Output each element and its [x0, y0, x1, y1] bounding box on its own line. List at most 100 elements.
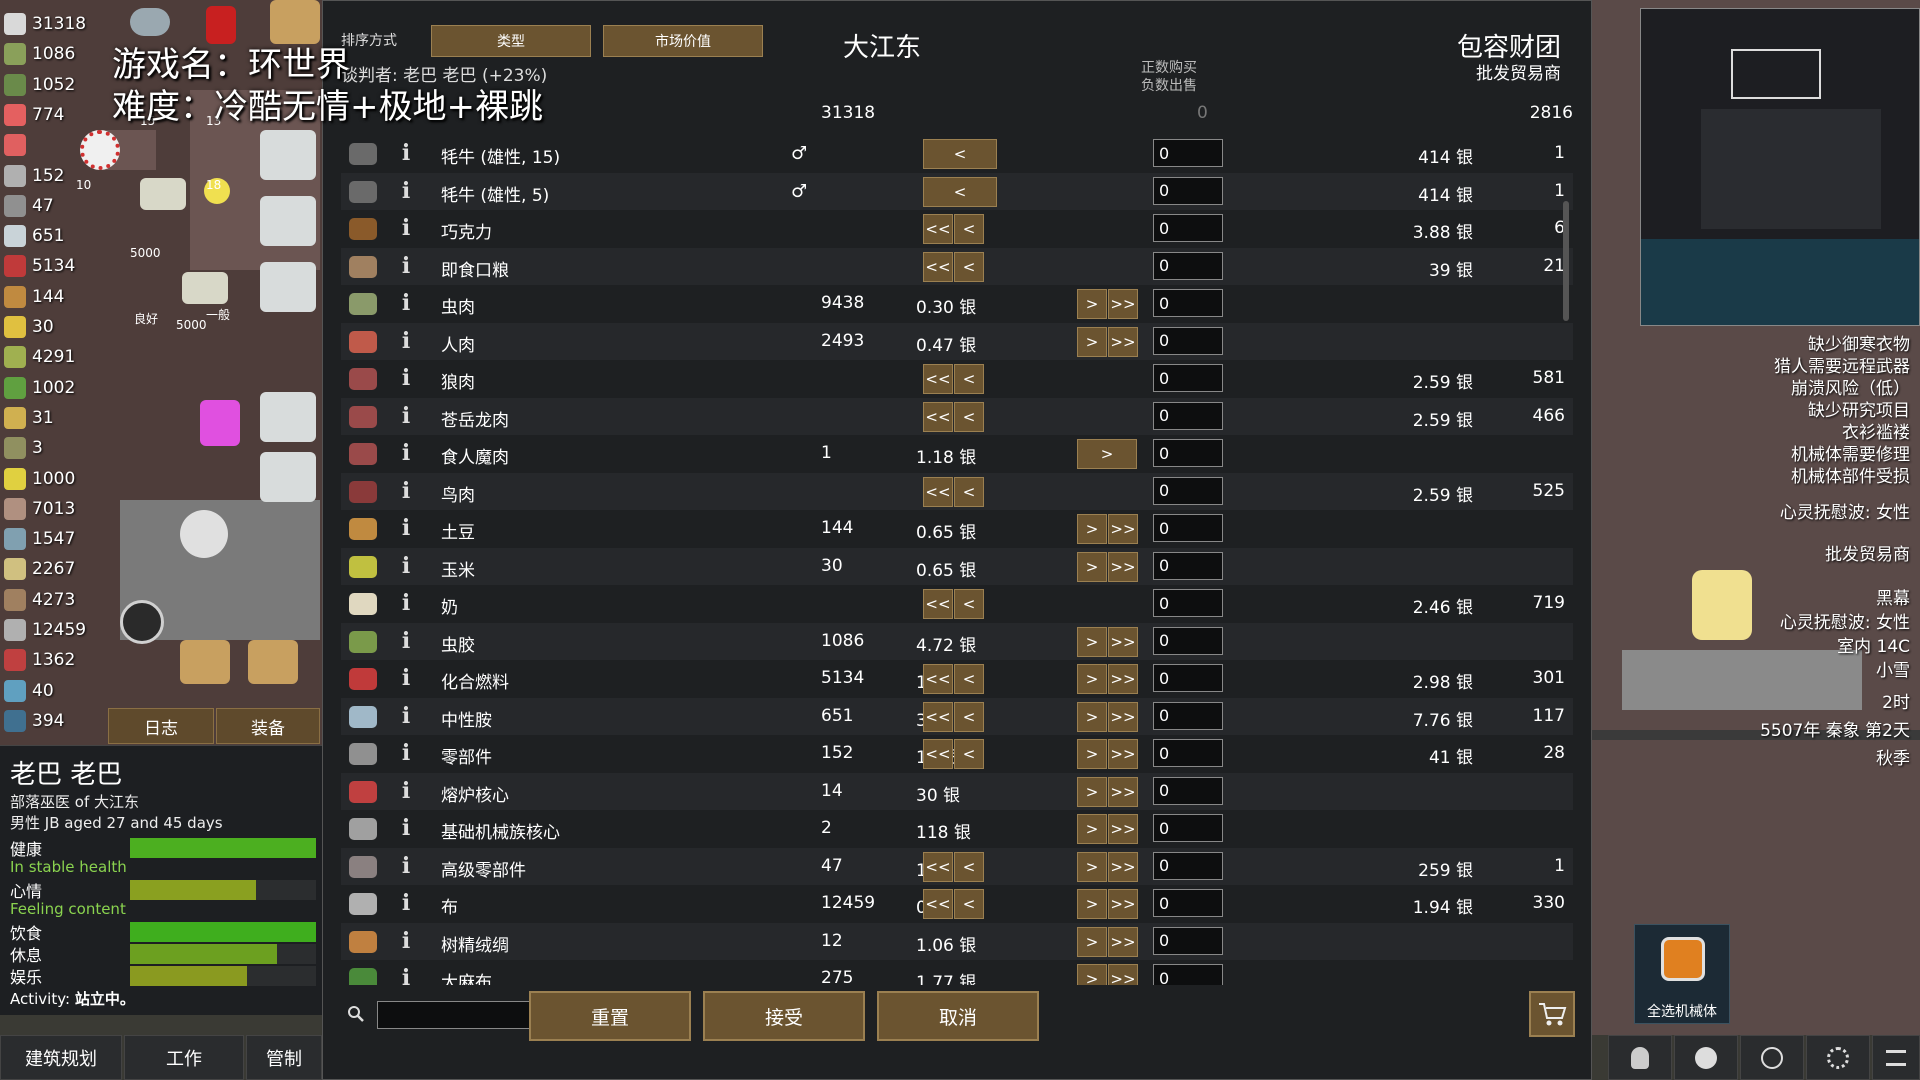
buy-all-button[interactable]: <<	[923, 401, 953, 432]
item-icon[interactable]	[349, 293, 377, 315]
trade-row[interactable]: i 虫肉 9438 0.30 银 0 > >>	[341, 285, 1573, 322]
resource-entry[interactable]: 31318	[4, 10, 86, 38]
info-icon[interactable]: i	[399, 741, 413, 765]
fuel-icon[interactable]	[206, 6, 236, 44]
sell-one-button[interactable]: >	[1077, 964, 1107, 985]
pawn-view-button[interactable]	[1674, 1035, 1738, 1080]
trade-quantity-input[interactable]: 0	[1153, 139, 1223, 167]
wood-icon[interactable]	[180, 640, 230, 684]
sell-one-button[interactable]: >	[1077, 551, 1107, 582]
trade-row[interactable]: i 人肉 2493 0.47 银 0 > >>	[341, 322, 1573, 360]
resource-entry[interactable]: 1052	[4, 71, 75, 99]
info-icon[interactable]: i	[399, 966, 413, 985]
alert-item[interactable]: 小雪	[1876, 656, 1910, 681]
trade-quantity-input[interactable]: 0	[1153, 439, 1223, 467]
need-food[interactable]: 饮食	[10, 920, 316, 943]
sell-all-button[interactable]: >>	[1108, 664, 1138, 694]
resource-entry[interactable]: 394	[4, 707, 64, 735]
trade-row[interactable]: i 牦牛 (雄性, 15) ♂ 0 414 银 1 <	[341, 135, 1573, 172]
sort-value-button[interactable]: 市场价值	[603, 25, 763, 57]
alert-item[interactable]: 心灵抚慰波: 女性	[1780, 498, 1910, 523]
resource-entry[interactable]: 1086	[4, 40, 75, 68]
info-icon[interactable]: i	[399, 179, 413, 203]
wood-icon[interactable]	[270, 0, 320, 44]
resource-entry[interactable]: 47	[4, 192, 54, 220]
buy-all-button[interactable]: <<	[923, 364, 953, 394]
tab-work[interactable]: 工作	[124, 1035, 244, 1080]
buy-all-button[interactable]: <<	[923, 701, 953, 732]
shelf-icon[interactable]	[260, 196, 316, 246]
buy-one-button[interactable]: <	[954, 739, 984, 769]
info-icon[interactable]: i	[399, 441, 413, 465]
trade-row[interactable]: i 基础机械族核心 2 118 银 0 > >>	[341, 810, 1573, 847]
trade-quantity-input[interactable]: 0	[1153, 251, 1223, 280]
trade-item-list[interactable]: i 牦牛 (雄性, 15) ♂ 0 414 银 1 < i 牦牛 (雄性, 5) ♂ 0 414 银 1…	[341, 135, 1573, 985]
trade-row[interactable]: i 食人魔肉 1 1.18 银 0 >	[341, 435, 1573, 472]
trade-row[interactable]: i中性胺6513.54 银07.76 银117<<<>>>	[341, 697, 1573, 735]
info-icon[interactable]: i	[399, 816, 413, 840]
workbench-icon[interactable]	[1622, 650, 1862, 710]
resource-entry[interactable]: 1000	[4, 465, 75, 493]
core-icon[interactable]	[80, 130, 120, 170]
trade-quantity-input[interactable]: 0	[1153, 739, 1223, 767]
item-icon[interactable]	[349, 218, 377, 240]
sell-one-button[interactable]: >	[1077, 776, 1107, 807]
trade-quantity-input[interactable]: 0	[1153, 701, 1223, 730]
item-icon[interactable]	[349, 405, 377, 428]
buy-one-button[interactable]: <	[954, 364, 984, 394]
buy-all-button[interactable]: <<	[923, 214, 953, 244]
buy-one-button[interactable]: <	[954, 214, 984, 244]
resource-entry[interactable]: 7013	[4, 495, 75, 523]
item-icon[interactable]	[349, 368, 377, 390]
trade-quantity-input[interactable]: 0	[1153, 176, 1223, 205]
info-icon[interactable]: i	[399, 404, 413, 428]
trade-quantity-input[interactable]: 0	[1153, 514, 1223, 542]
buy-one-button[interactable]: <	[954, 476, 984, 507]
trade-quantity-input[interactable]: 0	[1153, 626, 1223, 655]
sell-all-button[interactable]: >>	[1108, 514, 1138, 544]
info-icon[interactable]: i	[399, 704, 413, 728]
trade-row[interactable]: i 牦牛 (雄性, 5) ♂ 0 414 银 1 <	[341, 172, 1573, 210]
trade-row[interactable]: i化合燃料51341.36 银02.98 银301<<<>>>	[341, 660, 1573, 697]
tab-gear[interactable]: 装备	[216, 708, 320, 744]
sell-one-button[interactable]: >	[1077, 701, 1107, 732]
sell-all-button[interactable]: >>	[1108, 851, 1138, 882]
tab-restrict[interactable]: 管制	[246, 1035, 322, 1080]
buy-one-button[interactable]: <	[954, 589, 984, 619]
alert-item[interactable]: 秋季	[1876, 744, 1910, 769]
resource-entry[interactable]: 3	[4, 434, 43, 462]
item-icon[interactable]	[349, 668, 377, 690]
resource-entry[interactable]: 152	[4, 162, 64, 190]
trade-row[interactable]: i 狼肉 0 2.59 银 581 << <	[341, 360, 1573, 397]
mech-icon[interactable]	[180, 510, 228, 558]
sell-one-button[interactable]: >	[1077, 514, 1107, 544]
trade-quantity-input[interactable]: 0	[1153, 364, 1223, 392]
sell-all-button[interactable]: >>	[1108, 289, 1138, 319]
info-icon[interactable]: i	[399, 779, 413, 803]
buy-all-button[interactable]: <<	[923, 889, 953, 919]
info-icon[interactable]: i	[399, 291, 413, 315]
item-icon[interactable]	[349, 443, 377, 465]
sell-all-button[interactable]: >>	[1108, 739, 1138, 769]
info-icon[interactable]: i	[399, 366, 413, 390]
info-icon[interactable]: i	[399, 854, 413, 878]
world-button[interactable]	[1740, 1035, 1804, 1080]
shelf-icon[interactable]	[260, 452, 316, 502]
buy-one-button[interactable]: <	[954, 701, 984, 732]
armchair-icon[interactable]	[1692, 570, 1752, 640]
list-scrollbar[interactable]	[1563, 201, 1569, 321]
info-icon[interactable]: i	[399, 516, 413, 540]
resource-entry[interactable]: 31	[4, 404, 54, 432]
info-icon[interactable]: i	[399, 629, 413, 653]
sell-one-button[interactable]: >	[1077, 926, 1107, 957]
resource-entry[interactable]: 1547	[4, 525, 75, 553]
sell-one-button[interactable]: >	[1077, 326, 1107, 357]
info-icon[interactable]: i	[399, 254, 413, 278]
trade-quantity-input[interactable]: 0	[1153, 589, 1223, 617]
resource-entry[interactable]: 4273	[4, 586, 75, 614]
info-icon[interactable]: i	[399, 666, 413, 690]
buy-one-button[interactable]: <	[954, 889, 984, 919]
alert-item[interactable]: 机械体部件受损	[1791, 462, 1910, 487]
sell-one-button[interactable]: >	[1077, 289, 1107, 319]
shelf-icon[interactable]	[260, 392, 316, 442]
